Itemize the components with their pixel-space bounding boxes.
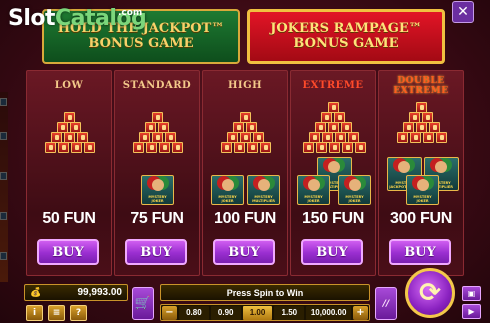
panel-price: 50 FUN bbox=[42, 210, 96, 227]
mystery-multiplier-card: MYSTERY MULTIPLIER bbox=[247, 175, 280, 205]
banner-left-line2: BONUS GAME bbox=[88, 35, 194, 51]
bet-option[interactable]: 1.50 bbox=[274, 305, 305, 320]
bet-option[interactable]: 0.80 bbox=[179, 305, 209, 320]
left-edge-decoration bbox=[0, 92, 8, 282]
panel-price: 75 FUN bbox=[130, 210, 184, 227]
banner-right-line2: BONUS GAME bbox=[293, 35, 399, 51]
bet-option-selected[interactable]: 1.00 bbox=[242, 305, 273, 320]
symbol-tile bbox=[316, 142, 327, 153]
symbol-tile bbox=[355, 142, 366, 153]
buy-button-extreme[interactable]: BUY bbox=[301, 239, 363, 265]
symbol-tile bbox=[260, 142, 271, 153]
symbol-tile bbox=[71, 142, 82, 153]
jokers-rampage-banner[interactable]: JOKERS RAMPAGE™ BONUS GAME bbox=[247, 9, 445, 64]
symbol-tile bbox=[397, 132, 408, 143]
bet-option[interactable]: 0.90 bbox=[210, 305, 241, 320]
symbol-pyramid: MYSTERY JOKER MYSTERY MULTIPLIER bbox=[203, 71, 289, 211]
symbol-tile bbox=[234, 142, 245, 153]
symbol-tile bbox=[303, 142, 314, 153]
status-message: Press Spin to Win bbox=[160, 284, 370, 301]
panel-extreme: EXTREME MYSTERY MULTIPLIER MYSTERY JOKER… bbox=[290, 70, 376, 276]
panel-price: 300 FUN bbox=[390, 210, 452, 227]
buy-button-low[interactable]: BUY bbox=[37, 239, 99, 265]
buy-button-standard[interactable]: BUY bbox=[125, 239, 187, 265]
symbol-tile bbox=[84, 142, 95, 153]
cart-icon: 🛒 bbox=[134, 296, 152, 311]
mystery-joker-card: MYSTERY JOKER bbox=[211, 175, 244, 205]
mystery-joker-card: MYSTERY JOKER bbox=[141, 175, 174, 205]
edge-slot bbox=[0, 212, 7, 220]
symbol-tile bbox=[146, 142, 157, 153]
spin-icon: ⟳ bbox=[419, 278, 441, 308]
symbol-tile bbox=[58, 142, 69, 153]
symbol-pyramid: MYSTERY JACKPOT JOKER MYSTERY MULTIPLIER… bbox=[379, 71, 465, 211]
buy-feature-button[interactable]: 🛒 bbox=[132, 287, 154, 320]
symbol-pyramid bbox=[27, 71, 113, 211]
balance-value: 99,993.00 bbox=[77, 287, 123, 298]
turbo-button[interactable]: ▶ bbox=[462, 304, 481, 319]
buy-button-double-extreme[interactable]: BUY bbox=[389, 239, 451, 265]
symbol-tile bbox=[329, 142, 340, 153]
panel-price: 100 FUN bbox=[214, 210, 276, 227]
symbol-tile bbox=[436, 132, 447, 143]
banner-right-line1: JOKERS RAMPAGE™ bbox=[270, 20, 422, 36]
symbol-pyramid: MYSTERY JOKER bbox=[115, 71, 201, 211]
buy-button-high[interactable]: BUY bbox=[213, 239, 275, 265]
symbol-tile bbox=[247, 142, 258, 153]
bottom-control-bar: 💰 99,993.00 i ≡ ? 🛒 Press Spin to Win − … bbox=[20, 268, 490, 323]
mystery-joker-card: MYSTERY JOKER bbox=[297, 175, 330, 205]
symbol-tile bbox=[45, 142, 56, 153]
watermark-domain: .com bbox=[118, 8, 143, 18]
panel-price: 150 FUN bbox=[302, 210, 364, 227]
menu-button[interactable]: ≡ bbox=[48, 305, 65, 321]
symbol-tile bbox=[423, 132, 434, 143]
wallet-icon: 💰 bbox=[30, 287, 42, 297]
edge-slot bbox=[0, 172, 7, 180]
panel-standard: STANDARD MYSTERY JOKER 75 FUN BUY bbox=[114, 70, 200, 276]
help-button[interactable]: ? bbox=[70, 305, 87, 321]
bet-increase-button[interactable]: + bbox=[352, 305, 368, 320]
symbol-tile bbox=[342, 142, 353, 153]
bet-selector: − 0.80 0.90 1.00 1.50 10,000.00 + bbox=[160, 304, 370, 321]
screen-icon: ▣ bbox=[467, 289, 476, 298]
close-button[interactable]: ✕ bbox=[452, 1, 474, 23]
balance-display: 💰 99,993.00 bbox=[24, 284, 128, 301]
mystery-joker-card: MYSTERY JOKER bbox=[406, 175, 439, 205]
symbol-tile bbox=[133, 142, 144, 153]
fullscreen-button[interactable]: ▣ bbox=[462, 286, 481, 301]
menu-icon: ≡ bbox=[52, 308, 61, 318]
bet-option[interactable]: 10,000.00 bbox=[306, 305, 351, 320]
play-icon: ▶ bbox=[468, 307, 475, 316]
info-button[interactable]: i bbox=[26, 305, 43, 321]
panel-high: HIGH MYSTERY JOKER MYSTERY MULTIPLIER 10… bbox=[202, 70, 288, 276]
symbol-tile bbox=[159, 142, 170, 153]
edge-slot bbox=[0, 98, 7, 106]
spin-button[interactable]: ⟳ bbox=[405, 268, 455, 318]
symbol-tile bbox=[221, 142, 232, 153]
info-icon: i bbox=[32, 308, 37, 318]
autoplay-button[interactable]: // bbox=[375, 287, 397, 320]
symbol-tile bbox=[410, 132, 421, 143]
bet-decrease-button[interactable]: − bbox=[162, 305, 177, 320]
symbol-pyramid: MYSTERY MULTIPLIER MYSTERY JOKER MYSTERY… bbox=[291, 71, 377, 211]
edge-slot bbox=[0, 132, 7, 140]
panel-low: LOW 50 FUN BUY bbox=[26, 70, 112, 276]
panel-double-extreme: DOUBLE EXTREME MYSTERY JACKPOT JOKER MYS… bbox=[378, 70, 464, 276]
mystery-joker-card: MYSTERY JOKER bbox=[338, 175, 371, 205]
symbol-tile bbox=[172, 142, 183, 153]
edge-slot bbox=[0, 252, 7, 260]
help-icon: ? bbox=[75, 308, 82, 318]
